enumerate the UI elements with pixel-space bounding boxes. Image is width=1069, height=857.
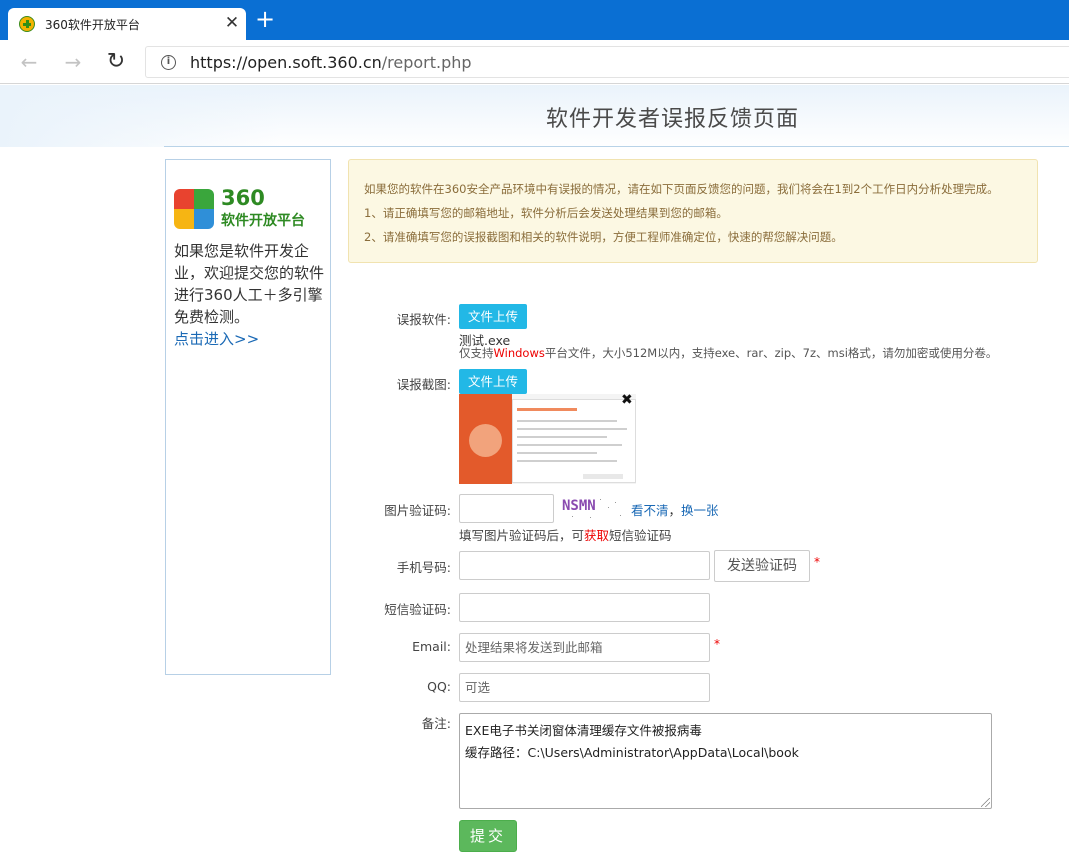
url-host: https://open.soft.360.cn (190, 53, 382, 72)
captcha-text: NSMN (562, 498, 596, 514)
browser-tab-strip: 360软件开放平台 ✕ + (0, 0, 1069, 40)
captcha-separator: ， (668, 503, 682, 518)
thumbnail-illustration (459, 394, 512, 484)
captcha-label: 图片验证码: (384, 503, 451, 518)
software-upload-button[interactable]: 文件上传 (459, 304, 527, 329)
software-label: 误报软件: (396, 312, 451, 327)
browser-tab[interactable]: 360软件开放平台 ✕ (8, 8, 246, 40)
360-favicon-icon (19, 16, 35, 32)
site-info-icon[interactable]: i (161, 55, 176, 70)
captcha-hint-post: 短信验证码 (609, 528, 672, 543)
email-input[interactable]: 处理结果将发送到此邮箱 (459, 633, 710, 662)
captcha-image[interactable]: NSMN (560, 495, 627, 521)
file-hint: 仅支持Windows平台文件，大小512M以内，支持exe、rar、zip、7z… (459, 345, 997, 361)
phone-label: 手机号码: (396, 560, 451, 575)
phone-input[interactable] (459, 551, 710, 580)
page-title: 软件开发者误报反馈页面 (546, 107, 800, 132)
logo-text: 软件开放平台 (221, 213, 305, 229)
tab-close-icon[interactable]: ✕ (224, 14, 240, 32)
tab-title: 360软件开放平台 (45, 18, 140, 32)
qq-input[interactable]: 可选 (459, 673, 710, 702)
enter-platform-link[interactable]: 点击进入>> (174, 328, 259, 349)
note-label: 备注: (421, 716, 451, 731)
sidebar-description: 如果您是软件开发企业，欢迎提交您的软件进行360人工＋多引擎免费检测。 (174, 242, 325, 326)
note-text: EXE电子书关闭窗体清理缓存文件被报病毒 缓存路径：C:\Users\Admin… (465, 723, 799, 760)
sms-code-input[interactable] (459, 593, 710, 622)
qq-label: QQ: (427, 679, 451, 694)
sidebar-promo: 360 软件开放平台 如果您是软件开发企业，欢迎提交您的软件进行360人工＋多引… (165, 159, 331, 675)
captcha-hint: 填写图片验证码后，可获取短信验证码 (459, 525, 672, 544)
screenshot-thumbnail (459, 394, 636, 484)
thumbnail-dialog (512, 399, 636, 483)
reload-icon[interactable]: ↻ (105, 51, 127, 73)
address-bar[interactable]: i https://open.soft.360.cn/report.php (145, 46, 1069, 78)
captcha-links: 看不清，换一张 (631, 500, 719, 519)
captcha-refresh-link[interactable]: 换一张 (681, 503, 719, 518)
sms-code-label: 短信验证码: (384, 602, 451, 617)
send-code-button[interactable]: 发送验证码 (714, 550, 810, 582)
screenshot-label: 误报截图: (396, 377, 451, 392)
page-content: 软件开发者误报反馈页面 360 软件开放平台 如果您是软件开发企业，欢迎提交您的… (0, 85, 1069, 857)
notice-line-1: 如果您的软件在360安全产品环境中有误报的情况，请在如下页面反馈您的问题，我们将… (364, 182, 999, 196)
resize-grip-icon[interactable] (981, 798, 990, 807)
file-hint-pre: 仅支持 (459, 346, 494, 360)
360-open-platform-logo: 360 软件开放平台 (174, 186, 324, 229)
browser-toolbar: ← → ↻ i https://open.soft.360.cn/report.… (0, 40, 1069, 84)
back-arrow-icon[interactable]: ← (18, 51, 40, 73)
address-url[interactable]: https://open.soft.360.cn/report.php (190, 53, 472, 72)
screenshot-upload-button[interactable]: 文件上传 (459, 369, 527, 394)
file-hint-highlight: Windows (493, 346, 545, 360)
logo-cube-icon (174, 189, 214, 229)
forward-arrow-icon[interactable]: → (62, 51, 84, 73)
file-hint-post: 平台文件，大小512M以内，支持exe、rar、zip、7z、msi格式，请勿加… (544, 346, 998, 360)
submit-button[interactable]: 提交 (459, 820, 517, 852)
notice-line-3: 2、请准确填写您的误报截图和相关的软件说明，方便工程师准确定位，快速的帮您解决问… (364, 230, 843, 244)
new-tab-icon[interactable]: + (255, 7, 275, 31)
captcha-hint-highlight: 获取 (584, 528, 610, 543)
captcha-unclear-link[interactable]: 看不清 (631, 503, 669, 518)
notice-line-2: 1、请正确填写您的邮箱地址，软件分析后会发送处理结果到您的邮箱。 (364, 206, 728, 220)
remove-screenshot-icon[interactable]: ✖ (621, 392, 633, 408)
email-required-mark: * (714, 637, 720, 651)
page-header (0, 85, 1069, 147)
email-label: Email: (412, 639, 451, 654)
captcha-hint-pre: 填写图片验证码后，可 (459, 528, 585, 543)
note-textarea[interactable]: EXE电子书关闭窗体清理缓存文件被报病毒 缓存路径：C:\Users\Admin… (459, 713, 992, 809)
notice-box: 如果您的软件在360安全产品环境中有误报的情况，请在如下页面反馈您的问题，我们将… (348, 159, 1038, 263)
url-path: /report.php (381, 53, 472, 72)
logo-number: 360 (221, 186, 265, 210)
header-divider (164, 146, 1069, 147)
captcha-input[interactable] (459, 494, 554, 523)
phone-required-mark: * (814, 555, 820, 569)
